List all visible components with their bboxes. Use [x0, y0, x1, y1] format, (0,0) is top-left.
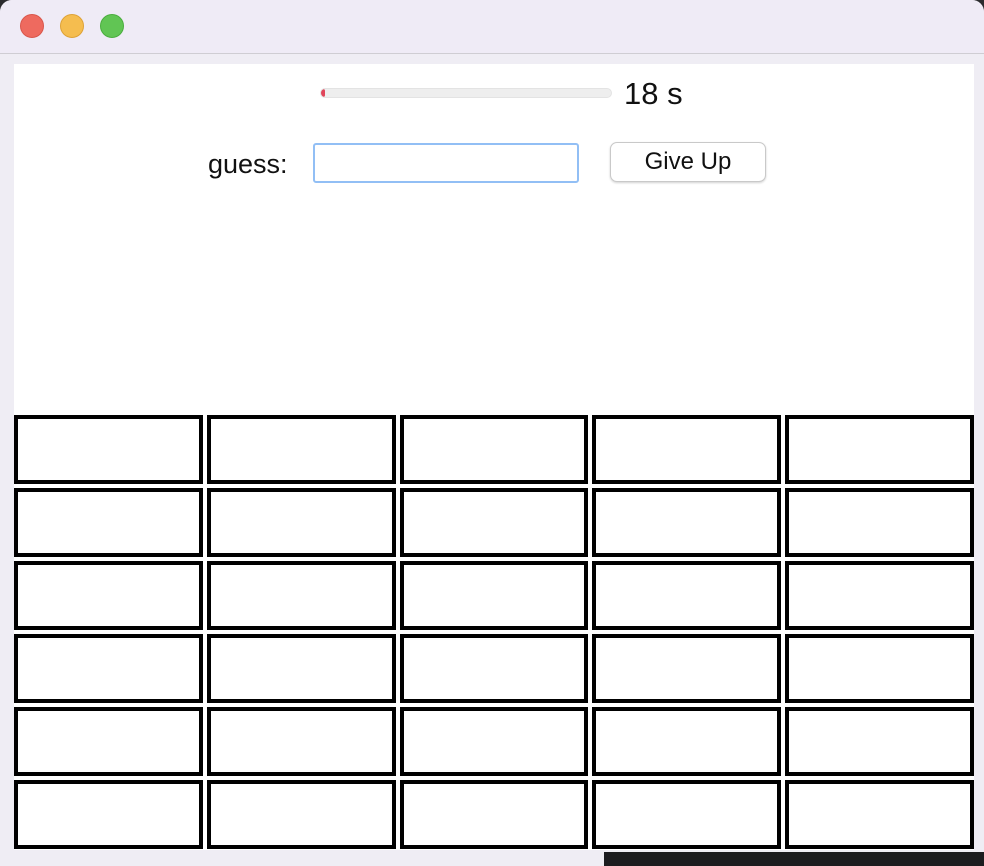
- board-cell: [399, 415, 589, 484]
- board-cell: [399, 561, 589, 630]
- zoom-window-button[interactable]: [100, 14, 124, 38]
- give-up-button[interactable]: Give Up: [610, 142, 766, 182]
- board-cell: [206, 780, 396, 849]
- board-cell: [206, 634, 396, 703]
- board-cell: [399, 634, 589, 703]
- timer-progress-fill: [321, 89, 325, 97]
- board-cell: [14, 707, 203, 776]
- board-cell: [206, 415, 396, 484]
- minimize-window-button[interactable]: [60, 14, 84, 38]
- board-cell: [785, 415, 974, 484]
- board-cell: [14, 488, 203, 557]
- board-cell: [592, 561, 782, 630]
- board-cell: [785, 707, 974, 776]
- board-cell: [399, 707, 589, 776]
- board-cell: [592, 488, 782, 557]
- board-cell: [206, 488, 396, 557]
- board-cell: [785, 561, 974, 630]
- board-cell: [399, 780, 589, 849]
- board-cell: [399, 488, 589, 557]
- timer-progress-bar: [320, 88, 612, 98]
- board-cell: [14, 561, 203, 630]
- guess-label: guess:: [208, 149, 288, 179]
- close-window-button[interactable]: [20, 14, 44, 38]
- title-bar: [0, 0, 984, 54]
- board-cell: [206, 707, 396, 776]
- board-cell: [785, 780, 974, 849]
- game-panel: 18 s guess: Give Up: [14, 64, 974, 850]
- board-cell: [14, 634, 203, 703]
- board-cell: [14, 780, 203, 849]
- board-cell: [14, 415, 203, 484]
- guess-board: [14, 415, 974, 849]
- board-cell: [785, 634, 974, 703]
- board-cell: [592, 707, 782, 776]
- app-window: 18 s guess: Give Up: [0, 0, 984, 866]
- board-cell: [592, 634, 782, 703]
- background-strip: [604, 852, 984, 866]
- board-cell: [592, 415, 782, 484]
- timer-label: 18 s: [624, 76, 683, 111]
- board-cell: [592, 780, 782, 849]
- guess-input[interactable]: [313, 143, 579, 183]
- board-cell: [785, 488, 974, 557]
- board-cell: [206, 561, 396, 630]
